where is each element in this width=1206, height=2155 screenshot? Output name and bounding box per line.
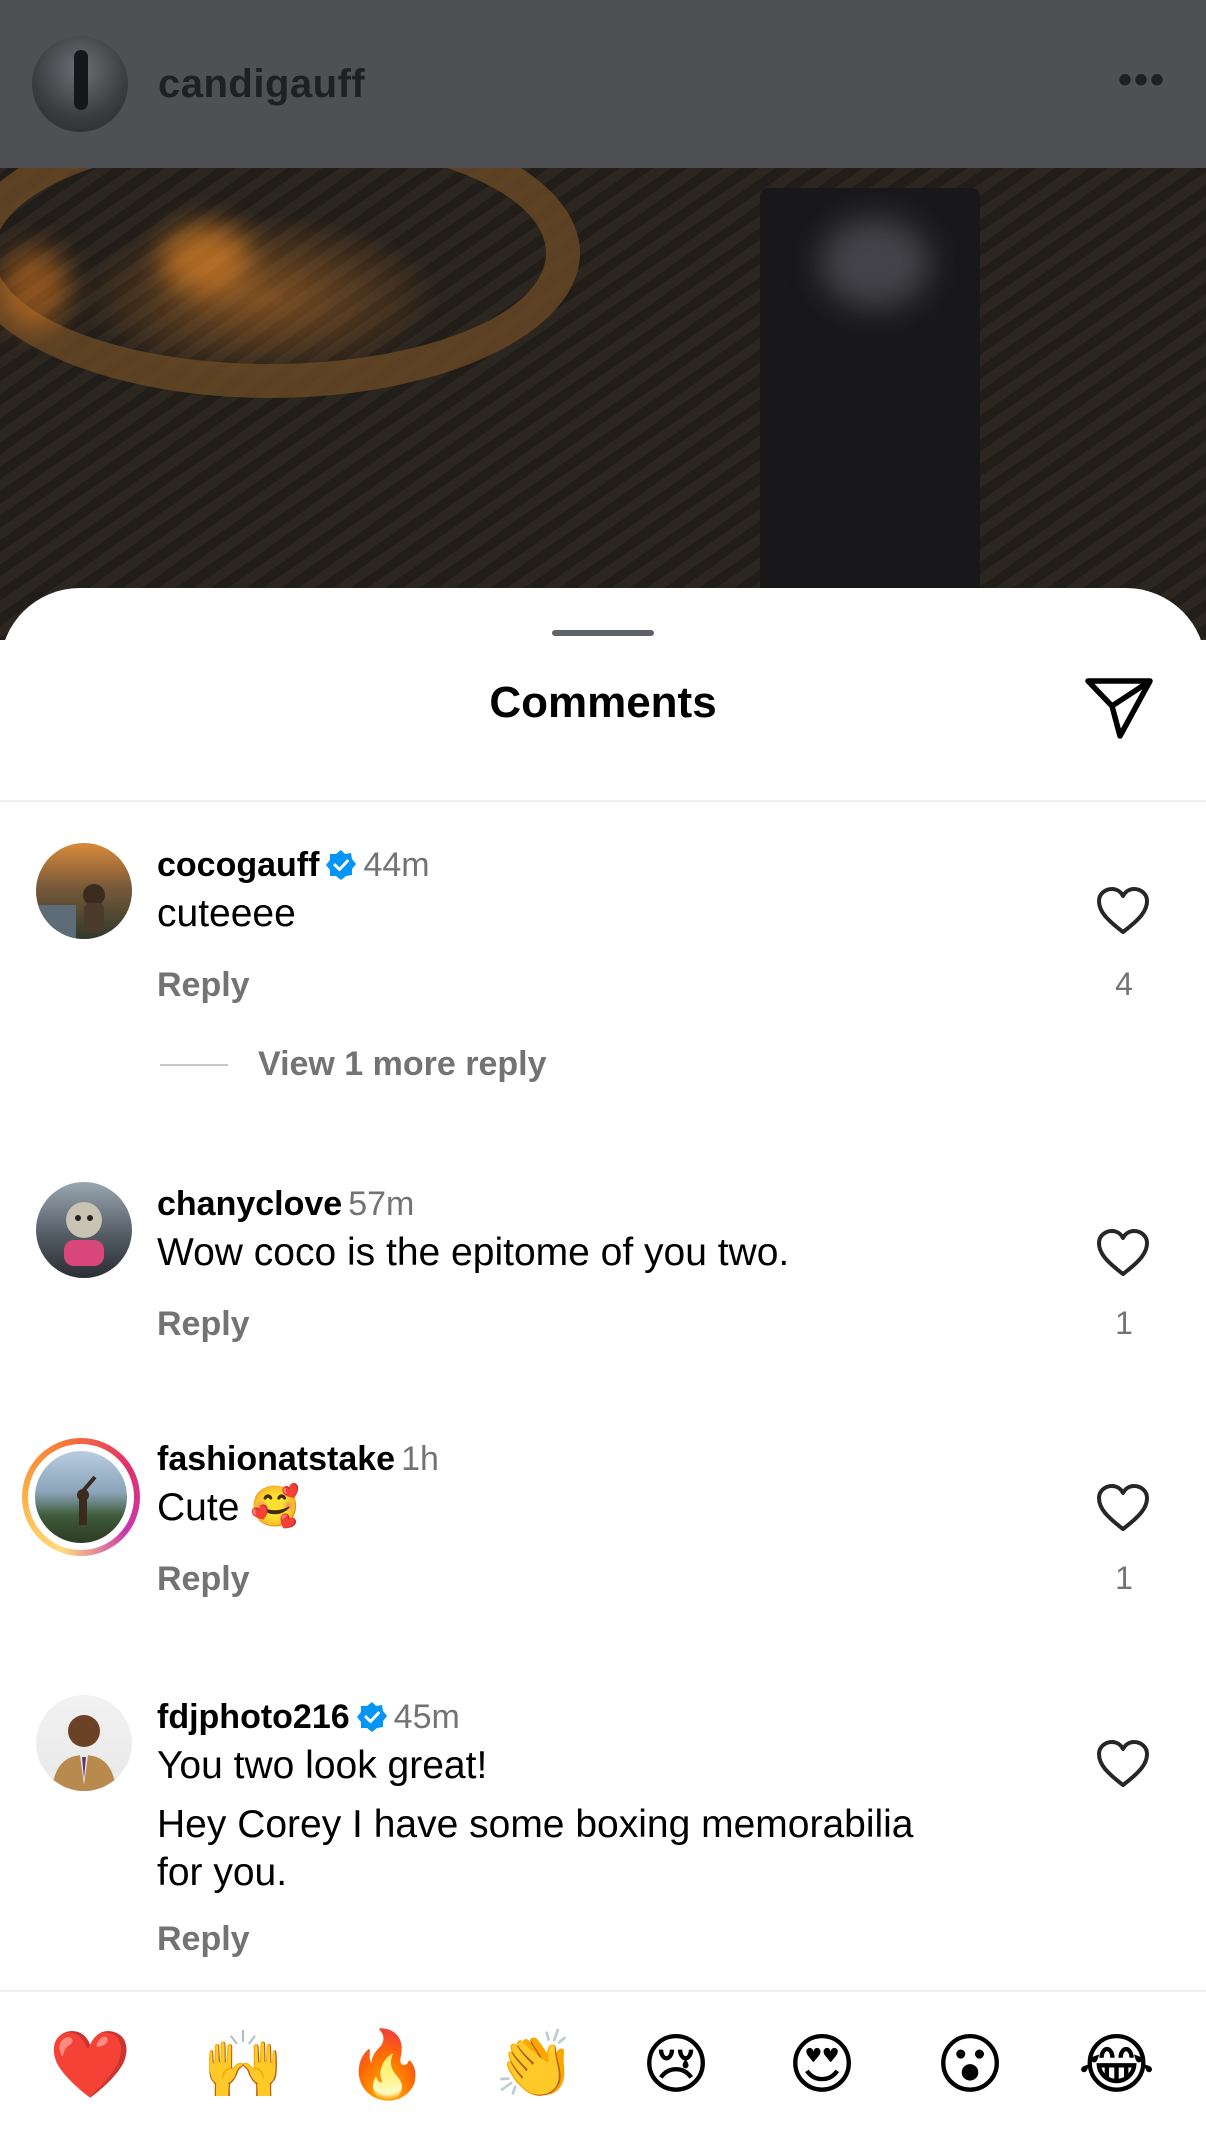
tears-of-joy-emoji-button[interactable]: 😂 (1078, 2027, 1155, 2103)
comment-timestamp: 45m (393, 1698, 460, 1736)
avatar[interactable] (36, 1182, 132, 1278)
thread-line (160, 1063, 228, 1066)
comment-text: cuteeee (157, 892, 296, 935)
avatar[interactable] (22, 1438, 140, 1556)
heart-icon[interactable] (1096, 1228, 1150, 1278)
comment-text-line-2: Hey Corey I have some boxing memorabilia (157, 1803, 914, 1846)
avatar[interactable] (36, 1695, 132, 1791)
view-more-replies-label: View 1 more reply (258, 1045, 547, 1083)
comment-username[interactable]: chanyclove (157, 1185, 342, 1223)
post-image (0, 108, 1206, 640)
smiling-face-with-hearts-icon: 🥰 (250, 1484, 301, 1530)
surprised-face-emoji-button[interactable]: 😮 (932, 2027, 1008, 2103)
comment-text-line-3: for you. (157, 1851, 288, 1894)
comment-timestamp: 1h (401, 1440, 439, 1478)
sheet-grabber-handle[interactable] (552, 630, 654, 636)
post-author-username[interactable]: candigauff (158, 62, 365, 107)
post-author-avatar[interactable] (32, 36, 128, 132)
post-header: candigauff ••• (0, 0, 1206, 168)
comment-timestamp: 57m (348, 1185, 415, 1223)
fire-emoji-button[interactable]: 🔥 (346, 2027, 428, 2103)
like-count: 1 (1115, 1560, 1133, 1596)
heart-eyes-emoji-button[interactable]: 😍 (784, 2027, 860, 2103)
view-more-replies-button[interactable]: View 1 more reply (160, 1045, 547, 1084)
comment-text-line-1: You two look great! (157, 1744, 488, 1787)
heart-icon[interactable] (1096, 1483, 1150, 1533)
verified-badge-icon (356, 1701, 388, 1733)
sheet-title: Comments (489, 678, 717, 727)
clapping-hands-emoji-button[interactable]: 👏 (494, 2027, 576, 2103)
emoji-reaction-bar: ❤️ 🙌 🔥 👏 😢 😍 😮 😂 (0, 1990, 1206, 2155)
comment-username[interactable]: fashionatstake (157, 1440, 395, 1478)
post-background: candigauff ••• (0, 0, 1206, 640)
comments-sheet: Comments cocogauff 44m cuteeee Reply 4 Vi… (0, 588, 1206, 2155)
like-count: 4 (1115, 966, 1133, 1002)
comment-username[interactable]: cocogauff (157, 846, 319, 884)
reply-button[interactable]: Reply (157, 1920, 250, 1959)
verified-badge-icon (325, 849, 357, 881)
reply-button[interactable]: Reply (157, 1305, 250, 1344)
comment-text: Cute (157, 1486, 240, 1529)
heart-icon[interactable] (1096, 1739, 1150, 1789)
comment-timestamp: 44m (363, 846, 430, 884)
red-heart-emoji-button[interactable]: ❤️ (49, 2027, 131, 2103)
sheet-divider (0, 800, 1206, 802)
comment-text: Wow coco is the epitome of you two. (157, 1231, 790, 1274)
crying-face-emoji-button[interactable]: 😢 (638, 2027, 714, 2103)
share-icon[interactable] (1084, 676, 1154, 740)
like-count: 1 (1115, 1305, 1133, 1341)
avatar[interactable] (36, 843, 132, 939)
reply-button[interactable]: Reply (157, 966, 250, 1005)
more-options-icon[interactable]: ••• (1118, 60, 1166, 100)
comment-username[interactable]: fdjphoto216 (157, 1698, 350, 1736)
heart-icon[interactable] (1096, 886, 1150, 936)
raising-hands-emoji-button[interactable]: 🙌 (202, 2027, 284, 2103)
reply-button[interactable]: Reply (157, 1560, 250, 1599)
